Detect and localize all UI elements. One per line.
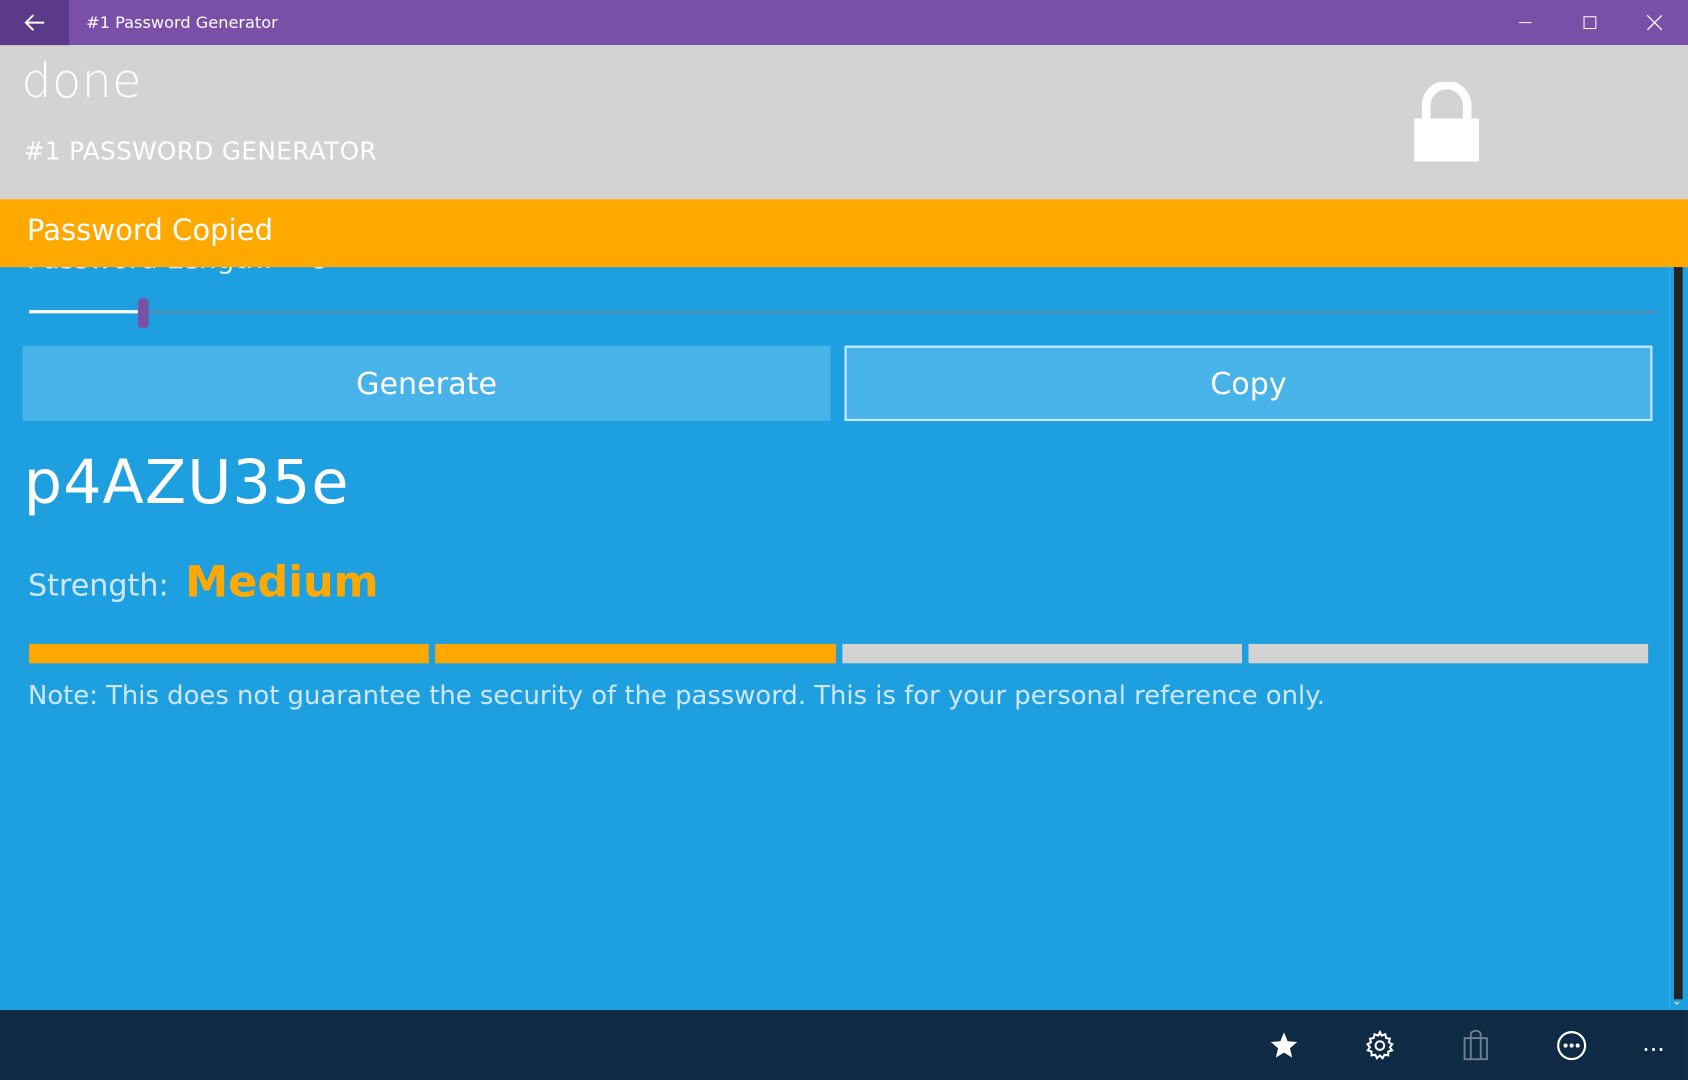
minimize-icon	[1518, 22, 1532, 24]
lock-icon	[1414, 81, 1479, 162]
feedback-icon	[1557, 1031, 1587, 1061]
copy-button[interactable]: Copy	[844, 345, 1653, 422]
more-button[interactable]: ...	[1637, 1023, 1669, 1066]
password-length-label: Password Length:	[27, 267, 273, 276]
disclaimer-note: Note: This does not guarantee the securi…	[28, 680, 1326, 711]
slider-fill	[29, 310, 144, 314]
main-content: Password Length: 8 Generate Copy p4AZU35…	[0, 267, 1670, 1011]
close-icon	[1647, 15, 1663, 31]
shopping-bag-icon	[1463, 1029, 1488, 1061]
back-button[interactable]	[0, 0, 69, 46]
strength-value: Medium	[185, 557, 379, 608]
page-title: done	[21, 53, 142, 109]
star-icon	[1270, 1032, 1298, 1058]
app-subtitle: #1 PASSWORD GENERATOR	[23, 137, 377, 166]
store-button[interactable]	[1451, 1021, 1501, 1071]
strength-meter-segment	[841, 643, 1242, 664]
scroll-down-icon[interactable]: ⌄	[1672, 994, 1682, 1008]
strength-meter-segment	[435, 643, 836, 664]
title-bar: #1 Password Generator	[0, 0, 1688, 46]
slider-track	[29, 311, 1658, 314]
close-button[interactable]	[1622, 0, 1687, 45]
scrollbar-track[interactable]	[1673, 267, 1683, 1000]
scrollbar[interactable]: ⌄	[1669, 267, 1688, 1011]
back-arrow-icon	[24, 14, 45, 31]
settings-button[interactable]	[1355, 1021, 1405, 1071]
app-header: done #1 PASSWORD GENERATOR	[0, 45, 1688, 200]
slider-thumb[interactable]	[137, 298, 149, 329]
strength-label: Strength:	[28, 567, 169, 604]
maximize-icon	[1583, 16, 1597, 30]
bottom-app-bar: ...	[0, 1010, 1688, 1080]
notification-banner: Password Copied	[0, 199, 1688, 268]
gear-icon	[1365, 1029, 1394, 1060]
favorite-button[interactable]	[1259, 1021, 1309, 1071]
notification-text: Password Copied	[26, 214, 274, 248]
window-title: #1 Password Generator	[86, 12, 278, 33]
feedback-button[interactable]	[1547, 1021, 1597, 1071]
generated-password: p4AZU35e	[23, 447, 350, 518]
password-length-slider[interactable]	[29, 298, 1658, 329]
strength-meter-segment	[29, 643, 429, 664]
strength-meter-segment	[1248, 643, 1649, 664]
generate-button[interactable]: Generate	[22, 345, 831, 422]
minimize-button[interactable]	[1493, 0, 1558, 45]
password-length-value: 8	[310, 267, 328, 276]
maximize-button[interactable]	[1558, 0, 1623, 45]
